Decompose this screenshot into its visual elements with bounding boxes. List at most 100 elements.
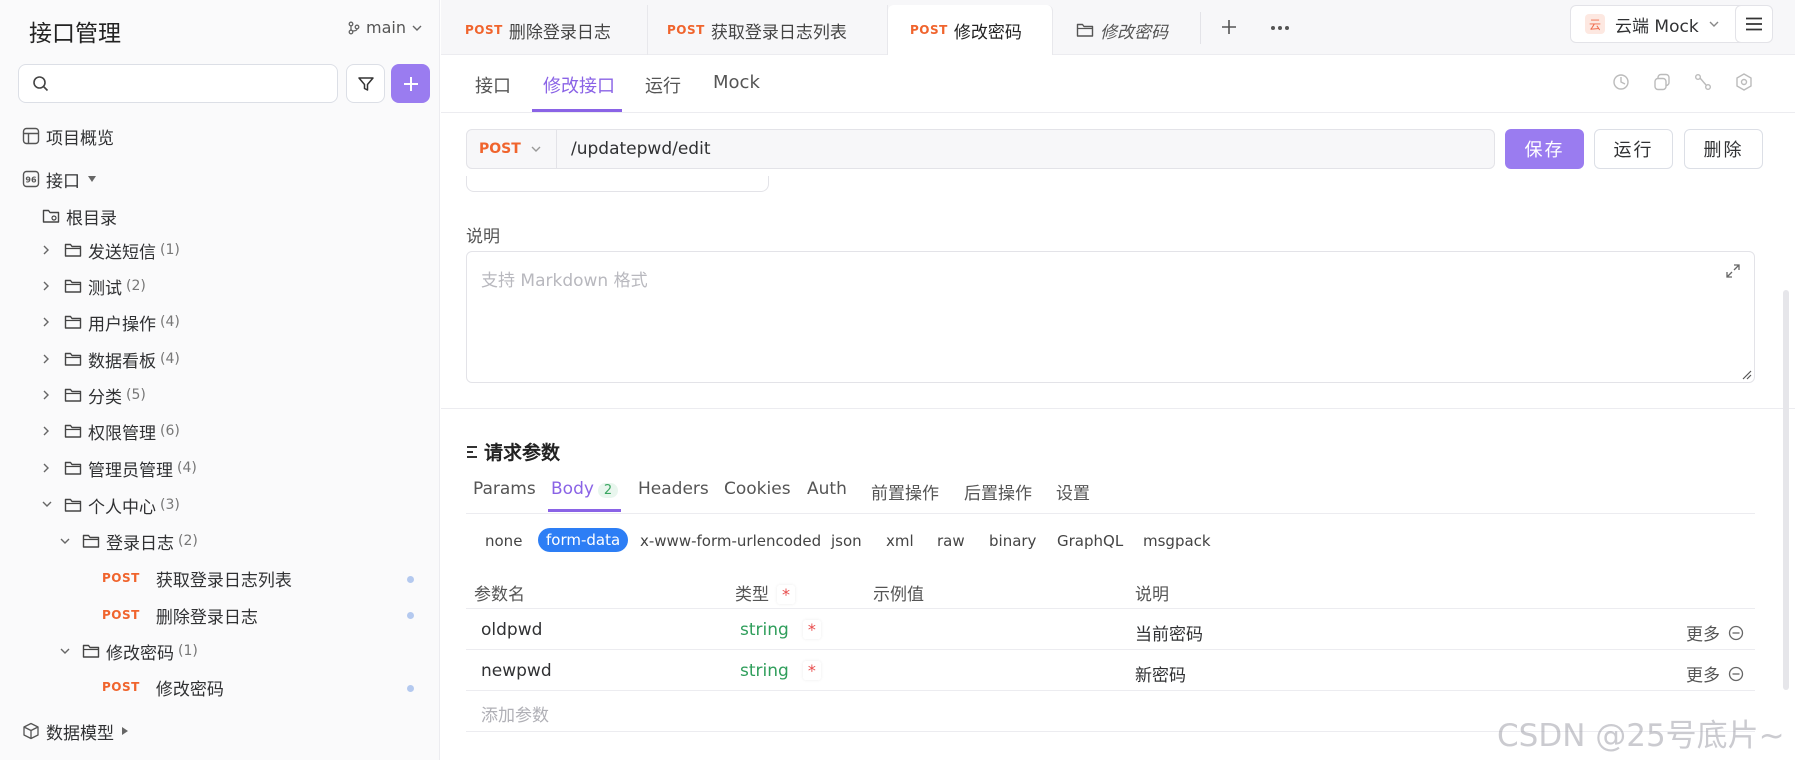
search-input[interactable] <box>18 64 338 103</box>
param-description-input[interactable]: 当前密码 <box>1135 620 1203 645</box>
branch-selector[interactable]: main <box>348 18 422 37</box>
param-type-label: string <box>740 661 789 681</box>
minus-circle-icon[interactable] <box>1728 666 1744 682</box>
resize-handle-icon[interactable] <box>1742 370 1752 380</box>
folder-count: (4) <box>177 460 197 476</box>
run-button[interactable]: 运行 <box>1594 129 1673 169</box>
tab-label: 修改密码 <box>953 22 1022 43</box>
folder-personal-center[interactable]: 个人中心 (3) <box>42 490 180 520</box>
folder-admin[interactable]: 管理员管理 (4) <box>42 453 197 483</box>
body-type-graphql[interactable]: GraphQL <box>1057 532 1123 550</box>
body-type-none[interactable]: none <box>485 532 522 550</box>
add-param-input[interactable]: 添加参数 <box>481 701 549 726</box>
sidebar-item-data-model[interactable]: 数据模型 <box>22 716 128 746</box>
tab-auth[interactable]: Auth <box>807 479 847 499</box>
body-type-raw[interactable]: raw <box>937 532 965 550</box>
more-label: 更多 <box>1686 666 1720 686</box>
chevron-right-icon <box>42 281 56 291</box>
folder-icon <box>82 533 100 549</box>
folder-count: (1) <box>178 643 198 659</box>
main-menu-button[interactable] <box>1735 5 1773 43</box>
sidebar-item-label: 根目录 <box>66 208 117 229</box>
subtab-edit-interface[interactable]: 修改接口 <box>543 72 615 98</box>
tab-params[interactable]: Params <box>473 479 536 499</box>
folder-count: (2) <box>126 278 146 294</box>
filter-icon <box>357 75 375 93</box>
required-toggle[interactable]: * <box>802 661 821 680</box>
add-button[interactable] <box>391 64 430 103</box>
save-button[interactable]: 保存 <box>1505 129 1584 169</box>
delete-button[interactable]: 删除 <box>1684 129 1763 169</box>
folder-test[interactable]: 测试 (2) <box>42 271 146 301</box>
param-type-select[interactable]: string * <box>740 661 821 681</box>
folder-count: (3) <box>160 497 180 513</box>
url-input[interactable]: /updatepwd/edit <box>571 139 710 159</box>
tab-get-login-log-list[interactable]: POST 获取登录日志列表 <box>645 5 888 55</box>
body-type-urlencoded[interactable]: x-www-form-urlencoded <box>640 532 821 550</box>
history-icon[interactable] <box>1612 73 1630 91</box>
tab-headers[interactable]: Headers <box>638 479 709 499</box>
subtab-run[interactable]: 运行 <box>645 72 681 98</box>
tab-delete-login-log[interactable]: POST 删除登录日志 <box>443 5 648 55</box>
subtab-mock[interactable]: Mock <box>713 72 760 93</box>
description-textarea[interactable]: 支持 Markdown 格式 <box>466 251 1755 383</box>
share-icon[interactable] <box>1694 73 1712 91</box>
folder-permissions[interactable]: 权限管理 (6) <box>42 416 180 446</box>
row-divider <box>466 649 1755 650</box>
body-type-binary[interactable]: binary <box>989 532 1036 550</box>
folder-icon <box>64 314 82 330</box>
tab-change-password[interactable]: POST 修改密码 <box>888 5 1053 55</box>
required-toggle[interactable]: * <box>802 620 821 639</box>
folder-count: (1) <box>160 242 180 258</box>
minus-circle-icon[interactable] <box>1728 625 1744 641</box>
body-type-msgpack[interactable]: msgpack <box>1143 532 1211 550</box>
folder-send-sms[interactable]: 发送短信 (1) <box>42 235 180 265</box>
expand-icon[interactable] <box>1726 264 1740 278</box>
tab-label: Body <box>551 479 594 499</box>
api-item-get-login-log-list[interactable]: POST 获取登录日志列表 <box>102 563 292 593</box>
param-more[interactable]: 更多 <box>1686 661 1744 686</box>
scrollbar[interactable] <box>1783 290 1789 690</box>
param-type-label: string <box>740 620 789 640</box>
tab-pre-operations[interactable]: 前置操作 <box>871 479 939 504</box>
folder-count: (5) <box>126 387 146 403</box>
folder-change-password[interactable]: 修改密码 (1) <box>60 636 198 666</box>
param-name-input[interactable]: newpwd <box>481 661 552 681</box>
folder-icon <box>64 351 82 367</box>
tab-post-operations[interactable]: 后置操作 <box>964 479 1032 504</box>
tab-cookies[interactable]: Cookies <box>724 479 791 499</box>
tab-settings[interactable]: 设置 <box>1056 479 1090 504</box>
new-tab-button[interactable] <box>1220 18 1238 36</box>
sidebar-item-interfaces[interactable]: 96 接口 <box>22 164 96 194</box>
settings-icon[interactable] <box>1735 73 1753 91</box>
subtab-interface[interactable]: 接口 <box>475 72 511 98</box>
folder-label: 数据看板 <box>88 351 156 372</box>
api-item-delete-login-log[interactable]: POST 删除登录日志 <box>102 600 258 630</box>
tab-body[interactable]: Body 2 <box>551 479 619 499</box>
body-type-form-data[interactable]: form-data <box>538 528 629 552</box>
sidebar-item-overview[interactable]: 项目概览 <box>22 121 114 151</box>
status-dot <box>407 685 414 692</box>
tab-more-button[interactable] <box>1270 25 1290 31</box>
param-type-select[interactable]: string * <box>740 620 821 640</box>
row-divider <box>466 608 1755 609</box>
param-name-input[interactable]: oldpwd <box>481 620 542 640</box>
folder-user-ops[interactable]: 用户操作 (4) <box>42 307 180 337</box>
required-toggle[interactable]: * <box>777 585 795 604</box>
copy-icon[interactable] <box>1653 73 1671 91</box>
body-type-xml[interactable]: xml <box>886 532 914 550</box>
method-select[interactable]: POST <box>467 130 557 168</box>
body-type-json[interactable]: json <box>831 532 862 550</box>
sidebar-item-root[interactable]: 根目录 <box>42 201 117 231</box>
folder-icon <box>1076 22 1094 38</box>
tab-folder-change-password[interactable]: 修改密码 <box>1054 5 1204 55</box>
status-dot <box>407 612 414 619</box>
api-item-change-password[interactable]: POST 修改密码 <box>102 672 224 702</box>
folder-dashboard[interactable]: 数据看板 (4) <box>42 344 180 374</box>
environment-select[interactable]: 云 云端 Mock <box>1570 5 1750 43</box>
folder-login-log[interactable]: 登录日志 (2) <box>60 526 198 556</box>
param-description-input[interactable]: 新密码 <box>1135 661 1186 686</box>
filter-button[interactable] <box>346 64 385 103</box>
folder-category[interactable]: 分类 (5) <box>42 380 146 410</box>
param-more[interactable]: 更多 <box>1686 620 1744 645</box>
